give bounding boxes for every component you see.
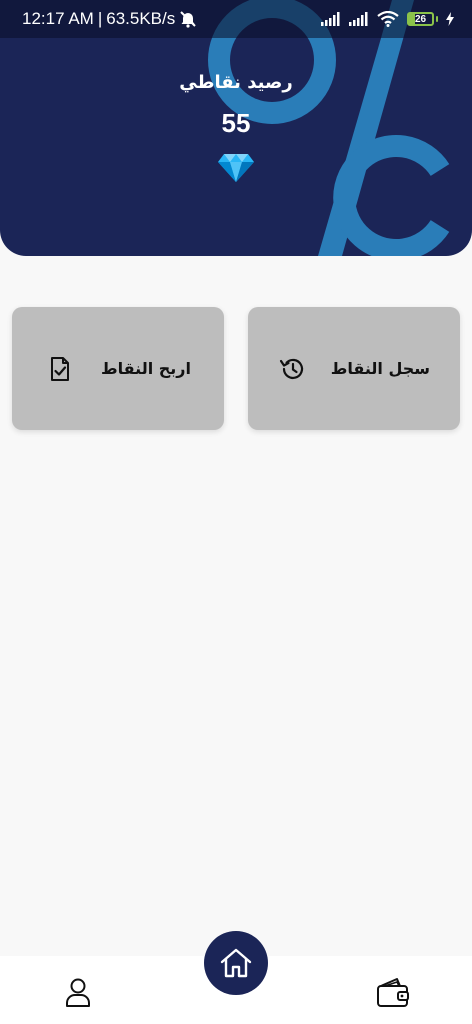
battery-icon: 26 [407,12,438,26]
status-bar: 12:17 AM | 63.5KB/s 26 [0,0,472,38]
charging-icon [446,12,454,26]
diamond-icon [218,154,254,182]
points-header: رصيد نقاطي 55 [0,0,472,256]
user-icon[interactable] [60,974,96,1010]
points-value: 55 [221,108,251,138]
battery-level: 26 [407,12,434,26]
network-speed: 63.5KB/s [106,9,176,28]
signal-icon [321,12,340,26]
home-icon [220,948,252,978]
earn-points-button[interactable]: اربح النقاط [12,307,224,430]
status-separator: | [97,9,103,28]
history-icon [279,358,304,379]
document-check-icon [51,356,69,381]
balance-title: رصيد نقاطي [179,72,293,93]
home-button[interactable] [204,931,268,995]
points-history-label: سجل النقاط [330,359,430,378]
wallet-icon[interactable] [375,974,411,1010]
wifi-icon [377,11,399,27]
signal-icon [349,12,368,26]
alarm-off-icon [180,11,196,28]
status-time: 12:17 AM [22,9,94,28]
points-history-button[interactable]: سجل النقاط [248,307,460,430]
earn-points-label: اربح النقاط [101,359,191,378]
